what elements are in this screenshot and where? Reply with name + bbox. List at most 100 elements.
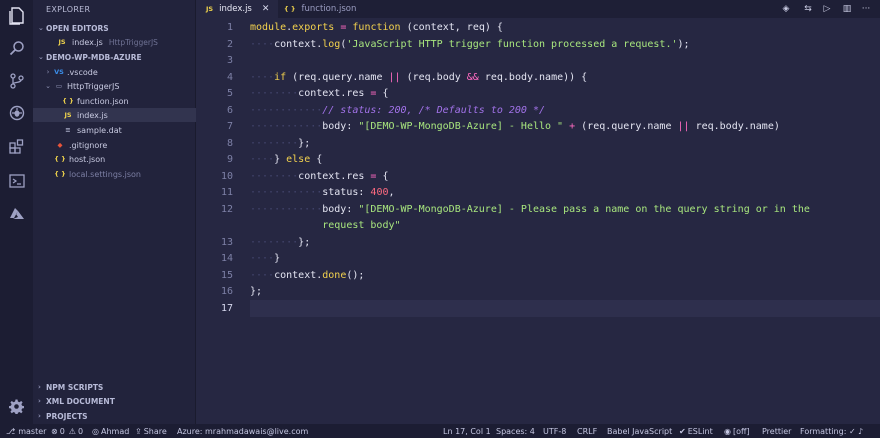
code-token: done bbox=[322, 269, 347, 281]
warning-icon: ⚠ bbox=[68, 426, 76, 436]
code-token: (context, req) { bbox=[400, 22, 503, 33]
code-token: if bbox=[274, 71, 287, 83]
language-mode[interactable]: Babel JavaScript bbox=[607, 424, 672, 438]
projects-section[interactable]: › PROJECTS bbox=[33, 409, 196, 423]
code-line[interactable]: }; bbox=[250, 286, 262, 297]
code-editor[interactable]: 1 2 3 4 5 6 7 8 9 10 11 12 13 14 15 16 17 module.exports… bbox=[196, 18, 880, 424]
code-line[interactable]: ····} bbox=[250, 253, 280, 264]
code-token: ········ bbox=[250, 88, 299, 99]
code-token: status: bbox=[322, 187, 371, 198]
extensions-icon[interactable] bbox=[6, 136, 27, 157]
code-line[interactable]: ············status: 400, bbox=[250, 187, 395, 198]
cursor-position[interactable]: Ln 17, Col 1 bbox=[443, 424, 491, 438]
liveshare-user[interactable]: ◎ Ahmad bbox=[92, 424, 129, 438]
run-icon[interactable]: ▷ bbox=[821, 3, 833, 15]
code-token: { bbox=[376, 88, 389, 99]
check-double-icon: ✔ bbox=[679, 426, 686, 436]
tab-function-json[interactable]: { } function.json bbox=[278, 0, 368, 18]
split-editor-icon[interactable]: ▥ bbox=[841, 3, 853, 15]
git-branch-icon: ⎇ bbox=[6, 426, 16, 436]
line-number: 13 bbox=[220, 236, 233, 248]
code-line[interactable]: ····if (req.query.name || (req.body && r… bbox=[250, 72, 587, 83]
search-icon[interactable] bbox=[6, 37, 27, 58]
code-line[interactable]: ········}; bbox=[250, 138, 310, 149]
code-token: "[DEMO-WP-MongoDB-Azure] - Please pass a… bbox=[358, 203, 810, 215]
open-editor-item[interactable]: JS index.js HttpTriggerJS bbox=[33, 35, 196, 49]
code-token: ············ bbox=[250, 121, 323, 132]
tree-item-httptriggerjs[interactable]: ⌄ ▭ HttpTriggerJS bbox=[33, 79, 196, 93]
current-line-highlight bbox=[250, 300, 880, 317]
line-number: 17 bbox=[220, 302, 233, 314]
code-token: 400 bbox=[370, 187, 389, 198]
code-line[interactable]: ············// status: 200, /* Defaults … bbox=[250, 105, 545, 116]
xml-document-section[interactable]: › XML DOCUMENT bbox=[33, 394, 196, 408]
indentation[interactable]: Spaces: 4 bbox=[496, 424, 535, 438]
code-line[interactable]: ············body: "[DEMO-WP-MongoDB-Azur… bbox=[250, 121, 780, 132]
compare-icon[interactable]: ⇆ bbox=[802, 3, 814, 15]
code-token: exports bbox=[292, 22, 335, 33]
code-line[interactable]: ········context.res = { bbox=[250, 171, 389, 182]
live-server-status[interactable]: ◉ [off] bbox=[724, 424, 750, 438]
tree-item-sample-dat[interactable]: ≡ sample.dat bbox=[33, 123, 196, 137]
line-number: 15 bbox=[220, 269, 233, 281]
code-line[interactable]: ············body: "[DEMO-WP-MongoDB-Azur… bbox=[250, 204, 810, 215]
code-token: && bbox=[466, 71, 479, 83]
activity-bar bbox=[0, 0, 33, 424]
prettier-status[interactable]: Prettier bbox=[762, 424, 791, 438]
settings-icon[interactable] bbox=[6, 396, 27, 417]
code-line[interactable]: ········context.res = { bbox=[250, 88, 389, 99]
source-control-icon[interactable] bbox=[6, 70, 27, 91]
chevron-right-icon: › bbox=[38, 383, 41, 391]
files-icon[interactable] bbox=[6, 5, 27, 26]
open-editors-section[interactable]: ⌄ OPEN EDITORS bbox=[33, 21, 196, 35]
share-button[interactable]: ⇪ Share bbox=[135, 424, 167, 438]
open-editor-path: HttpTriggerJS bbox=[108, 37, 158, 47]
tree-item-function-json[interactable]: { } function.json bbox=[33, 94, 196, 108]
code-line[interactable]: request body" bbox=[250, 220, 401, 231]
code-token: else bbox=[286, 154, 311, 165]
code-token: { bbox=[376, 170, 389, 182]
code-line[interactable]: ····context.log('JavaScript HTTP trigger… bbox=[250, 39, 690, 50]
npm-scripts-section[interactable]: › NPM SCRIPTS bbox=[33, 380, 196, 394]
tree-item-gitignore[interactable]: ◆ .gitignore bbox=[33, 138, 196, 152]
tree-item-vscode[interactable]: › VS .vscode bbox=[33, 65, 196, 79]
notifications-icon[interactable]: ♪ bbox=[858, 424, 863, 438]
problems-indicator[interactable]: ⊗ 0 ⚠ 0 bbox=[51, 424, 83, 438]
tree-item-host-json[interactable]: { } host.json bbox=[33, 152, 196, 166]
azure-account[interactable]: Azure: mrahmadawais@live.com bbox=[177, 424, 308, 438]
code-token: || bbox=[388, 71, 401, 83]
branch-indicator[interactable]: ⎇ master bbox=[6, 424, 46, 438]
formatting-status[interactable]: Formatting: ✓ bbox=[800, 424, 856, 438]
line-number: 7 bbox=[226, 121, 233, 132]
code-token: request body" bbox=[322, 220, 401, 231]
code-line[interactable]: ····} else { bbox=[250, 154, 322, 165]
code-line[interactable]: ········}; bbox=[250, 237, 310, 248]
explorer-title: EXPLORER bbox=[46, 5, 91, 14]
tab-index-js[interactable]: JS index.js ✕ bbox=[196, 0, 278, 18]
code-token: module bbox=[250, 22, 287, 33]
debug-icon[interactable] bbox=[6, 102, 27, 123]
more-actions-icon[interactable]: ··· bbox=[860, 3, 872, 15]
azure-icon[interactable] bbox=[6, 203, 27, 224]
go-to-file-icon[interactable]: ◈ bbox=[780, 3, 792, 15]
code-line[interactable]: ····context.done(); bbox=[250, 270, 364, 281]
tree-item-index-js[interactable]: JS index.js bbox=[33, 108, 196, 122]
end-of-line[interactable]: CRLF bbox=[577, 424, 597, 438]
tree-item-local-settings-json[interactable]: { } local.settings.json bbox=[33, 167, 196, 181]
code-token: context.res bbox=[298, 88, 371, 99]
encoding[interactable]: UTF-8 bbox=[543, 424, 566, 438]
json-file-icon: { } bbox=[54, 170, 66, 178]
close-icon[interactable]: ✕ bbox=[262, 4, 270, 14]
code-token: "[DEMO-WP-MongoDB-Azure] - Hello " bbox=[358, 121, 564, 132]
project-section[interactable]: ⌄ DEMO-WP-MDB-AZURE bbox=[33, 50, 196, 64]
code-line[interactable]: module.exports = function (context, req)… bbox=[250, 22, 503, 33]
share-icon: ⇪ bbox=[135, 426, 142, 436]
code-token: ········ bbox=[250, 236, 299, 248]
user-icon: ◎ bbox=[92, 426, 99, 436]
js-file-icon: JS bbox=[206, 5, 214, 13]
code-token: 'JavaScript HTTP trigger function proces… bbox=[346, 38, 678, 50]
terminal-icon[interactable] bbox=[6, 170, 27, 191]
eslint-status[interactable]: ✔ ESLint bbox=[679, 424, 713, 438]
line-number: 8 bbox=[226, 137, 233, 149]
error-icon: ⊗ bbox=[51, 426, 58, 436]
